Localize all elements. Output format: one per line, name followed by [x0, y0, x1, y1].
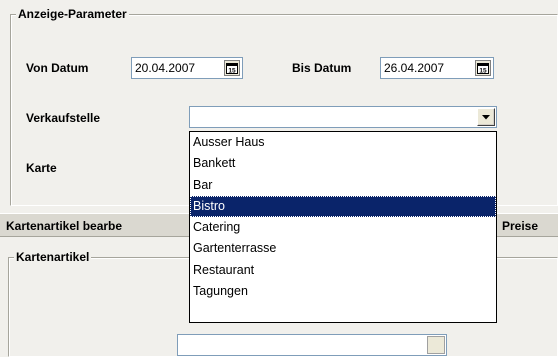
von-datum-value: 20.04.2007	[135, 61, 196, 75]
verkaufsstelle-combo[interactable]	[189, 106, 497, 128]
dropdown-option[interactable]: Bistro	[190, 195, 496, 217]
kartenartikel-field[interactable]	[177, 334, 447, 356]
kartenartikel-legend: Kartenartikel	[14, 250, 92, 264]
tab-kartenartikel-bearbeiten[interactable]: Kartenartikel bearbe	[6, 219, 122, 233]
dropdown-option[interactable]: Bar	[190, 175, 496, 196]
bis-datum-calendar-button[interactable]: 15	[475, 60, 491, 76]
dropdown-option[interactable]: Restaurant	[190, 260, 496, 281]
calendar-icon: 15	[226, 62, 238, 74]
bis-datum-label: Bis Datum	[292, 61, 352, 75]
dropdown-option[interactable]: Tagungen	[190, 281, 496, 302]
bis-datum-field[interactable]: 26.04.2007 15	[380, 57, 494, 79]
dropdown-option[interactable]: Bankett	[190, 153, 496, 174]
dropdown-option[interactable]: Ausser Haus	[190, 132, 496, 153]
svg-text:15: 15	[479, 67, 487, 74]
bis-datum-value: 26.04.2007	[384, 61, 445, 75]
anzeige-parameter-legend: Anzeige-Parameter	[16, 7, 129, 21]
svg-text:15: 15	[228, 67, 236, 74]
von-datum-label: Von Datum	[26, 61, 89, 75]
tab-preise[interactable]: Preise	[502, 219, 538, 233]
karte-label: Karte	[26, 161, 57, 175]
dropdown-option[interactable]: Catering	[190, 217, 496, 238]
verkaufsstelle-dropdown-list: Ausser Haus Bankett Bar Bistro Catering Garte…	[189, 131, 497, 323]
kartenartikel-field-button[interactable]	[427, 336, 445, 354]
verkaufsstelle-label: Verkaufstelle	[26, 111, 101, 125]
von-datum-field[interactable]: 20.04.2007 15	[131, 57, 243, 79]
dropdown-option[interactable]: Gartenterrasse	[190, 238, 496, 259]
chevron-down-icon	[482, 114, 490, 119]
verkaufsstelle-dropdown-button[interactable]	[477, 108, 495, 126]
von-datum-calendar-button[interactable]: 15	[224, 60, 240, 76]
calendar-icon: 15	[477, 62, 489, 74]
